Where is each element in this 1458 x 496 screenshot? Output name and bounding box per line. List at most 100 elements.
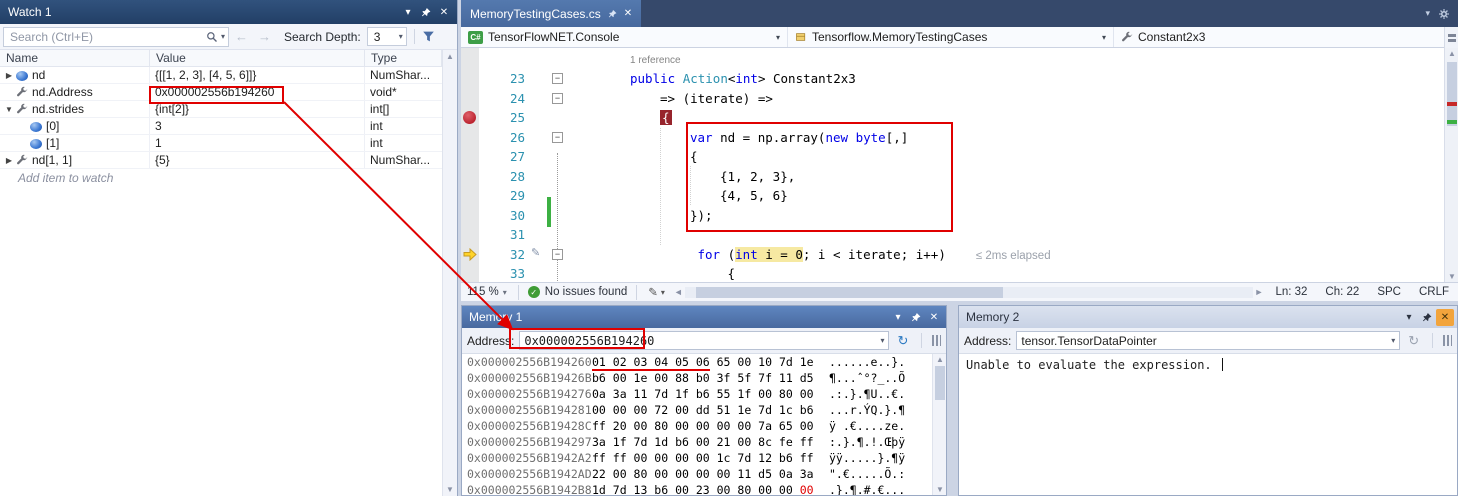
watch-item-value[interactable]: 3: [150, 118, 365, 134]
code-line-28[interactable]: 28{1, 2, 3},: [461, 167, 1444, 187]
code-line-25[interactable]: 25{: [461, 108, 1444, 128]
memory1-scrollbar[interactable]: ▲ ▼: [932, 354, 946, 495]
refresh-icon[interactable]: ↻: [894, 333, 911, 349]
code-line-27[interactable]: 27{: [461, 147, 1444, 167]
edit-mode-button[interactable]: ✎ ▾: [642, 285, 671, 299]
document-health-indicator[interactable]: ✓ No issues found: [524, 286, 631, 298]
memory-bytes[interactable]: b6 00 1e 00 88 b0 3f 5f 7f 11 d5: [592, 371, 829, 385]
scroll-up-icon[interactable]: ▲: [1448, 49, 1456, 58]
horizontal-scrollbar[interactable]: ◄ ►: [671, 283, 1267, 301]
code-area[interactable]: −−−− 1 reference 23public Action<int> Co…: [461, 48, 1444, 282]
filter-icon[interactable]: [422, 30, 435, 43]
watch-row[interactable]: ▶nd{[[1, 2, 3], [4, 5, 6]]}NumShar...: [0, 67, 442, 84]
close-icon[interactable]: ✕: [925, 309, 943, 326]
watch-name-cell[interactable]: [0]: [0, 118, 150, 134]
memory-bytes[interactable]: 00 00 00 72 00 dd 51 1e 7d 1c b6: [592, 403, 829, 417]
scroll-up-icon[interactable]: ▲: [446, 52, 454, 61]
pin-icon[interactable]: [1418, 309, 1436, 326]
code-line-32[interactable]: 32✎for (int i = 0; i < iterate; i++)≤ 2m…: [461, 245, 1444, 265]
search-prev-icon[interactable]: ←: [231, 29, 252, 44]
code-line-23[interactable]: 23public Action<int> Constant2x3: [461, 69, 1444, 89]
memory-row[interactable]: 0x000002556B19426001 02 03 04 05 06 65 0…: [462, 354, 932, 370]
close-icon[interactable]: ✕: [435, 4, 453, 21]
pin-icon[interactable]: [417, 4, 435, 21]
close-icon[interactable]: ✕: [1436, 309, 1454, 326]
watch-item-value[interactable]: 0x000002556b194260: [150, 84, 365, 100]
scroll-right-icon[interactable]: ►: [1255, 287, 1264, 297]
search-input[interactable]: Search (Ctrl+E) ▾: [3, 27, 229, 47]
scrollbar-track[interactable]: [685, 287, 1253, 298]
memory1-hex-dump[interactable]: 0x000002556B19426001 02 03 04 05 06 65 0…: [462, 354, 932, 495]
memory-row[interactable]: 0x000002556B1942760a 3a 11 7d 1f b6 55 1…: [462, 386, 932, 402]
memory-row[interactable]: 0x000002556B1942973a 1f 7d 1d b6 00 21 0…: [462, 434, 932, 450]
expander-expanded-icon[interactable]: ▼: [3, 105, 15, 114]
chevron-down-icon[interactable]: ▾: [1391, 336, 1395, 345]
code-line-29[interactable]: 29{4, 5, 6}: [461, 186, 1444, 206]
code-line-24[interactable]: 24=> (iterate) =>: [461, 89, 1444, 109]
watch-item-value[interactable]: {int[2]}: [150, 101, 365, 117]
scrollbar-thumb[interactable]: [696, 287, 1003, 298]
watch-name-cell[interactable]: ▶nd[1, 1]: [0, 152, 150, 168]
tab-list-chevron-icon[interactable]: ▾: [1425, 8, 1430, 19]
zoom-control[interactable]: 115 % ▾: [461, 286, 513, 298]
pin-icon[interactable]: [907, 309, 925, 326]
search-depth-combo[interactable]: 3 ▾: [367, 27, 407, 46]
memory-row[interactable]: 0x000002556B1942AD22 00 80 00 00 00 00 1…: [462, 466, 932, 482]
window-menu-icon[interactable]: ▾: [1400, 309, 1418, 326]
scrollbar-thumb[interactable]: [935, 366, 945, 400]
column-header-name[interactable]: Name: [0, 50, 150, 66]
watch-row[interactable]: nd.Address0x000002556b194260void*: [0, 84, 442, 101]
memory-bytes[interactable]: 1d 7d 13 b6 00 23 00 80 00 00 00: [592, 483, 829, 495]
memory-row[interactable]: 0x000002556B19428100 00 00 72 00 dd 51 1…: [462, 402, 932, 418]
memory-row[interactable]: 0x000002556B19426Bb6 00 1e 00 88 b0 3f 5…: [462, 370, 932, 386]
codelens-references[interactable]: 1 reference: [630, 55, 681, 66]
type-dropdown[interactable]: Tensorflow.MemoryTestingCases ▾: [788, 27, 1114, 47]
memory-bytes[interactable]: 3a 1f 7d 1d b6 00 21 00 8c fe ff: [592, 435, 829, 449]
column-header-value[interactable]: Value: [150, 50, 365, 66]
scroll-up-icon[interactable]: ▲: [936, 355, 944, 364]
expander-collapsed-icon[interactable]: ▶: [3, 156, 15, 165]
scroll-down-icon[interactable]: ▼: [446, 485, 454, 494]
watch-row[interactable]: [1]1int: [0, 135, 442, 152]
watch-name-cell[interactable]: ▼nd.strides: [0, 101, 150, 117]
refresh-icon[interactable]: ↻: [1405, 333, 1422, 349]
expander-collapsed-icon[interactable]: ▶: [3, 71, 15, 80]
member-dropdown[interactable]: Constant2x3 ▾: [1114, 27, 1458, 47]
search-options-chevron-icon[interactable]: ▾: [221, 32, 225, 41]
memory-bytes[interactable]: ff 20 00 80 00 00 00 00 7a 65 00: [592, 419, 829, 433]
code-line-31[interactable]: 31: [461, 225, 1444, 245]
memory2-content[interactable]: Unable to evaluate the expression.: [959, 354, 1457, 495]
memory2-address-input[interactable]: tensor.TensorDataPointer ▾: [1016, 331, 1400, 350]
memory-bytes[interactable]: 22 00 80 00 00 00 00 11 d5 0a 3a: [592, 467, 829, 481]
editor-vertical-scrollbar[interactable]: ▲ ▼: [1444, 48, 1458, 282]
watch-item-value[interactable]: {5}: [150, 152, 365, 168]
search-icon[interactable]: [206, 31, 218, 43]
search-next-icon[interactable]: →: [254, 29, 275, 44]
watch-row[interactable]: [0]3int: [0, 118, 442, 135]
tab-close-icon[interactable]: ✕: [624, 8, 632, 19]
memory-row[interactable]: 0x000002556B19428Cff 20 00 80 00 00 00 0…: [462, 418, 932, 434]
code-line-26[interactable]: 26var nd = np.array(new byte[,]: [461, 128, 1444, 148]
memory-row[interactable]: 0x000002556B1942A2ff ff 00 00 00 00 1c 7…: [462, 450, 932, 466]
gear-icon[interactable]: [1438, 8, 1450, 20]
code-line-30[interactable]: 30});: [461, 206, 1444, 226]
memory-bytes[interactable]: ff ff 00 00 00 00 1c 7d 12 b6 ff: [592, 451, 829, 465]
memory-bytes[interactable]: 0a 3a 11 7d 1f b6 55 1f 00 80 00: [592, 387, 829, 401]
column-header-type[interactable]: Type: [365, 50, 442, 66]
tab-pin-icon[interactable]: [608, 9, 617, 19]
memory-row[interactable]: 0x000002556B1942B81d 7d 13 b6 00 23 00 8…: [462, 482, 932, 495]
columns-icon[interactable]: [932, 335, 941, 346]
watch-item-value[interactable]: {[[1, 2, 3], [4, 5, 6]]}: [150, 67, 365, 83]
project-dropdown[interactable]: C# TensorFlowNET.Console ▾: [461, 27, 788, 47]
memory-bytes[interactable]: 01 02 03 04 05 06 65 00 10 7d 1e: [592, 355, 829, 369]
watch-item-value[interactable]: 1: [150, 135, 365, 151]
window-menu-icon[interactable]: ▾: [399, 4, 417, 21]
memory1-address-input[interactable]: 0x000002556B194260 ▾: [519, 331, 889, 350]
scroll-down-icon[interactable]: ▼: [936, 485, 944, 494]
watch-name-cell[interactable]: [1]: [0, 135, 150, 151]
add-watch-item-row[interactable]: Add item to watch: [0, 169, 442, 186]
watch-name-cell[interactable]: ▶nd: [0, 67, 150, 83]
split-editor-handle[interactable]: [1444, 27, 1458, 48]
watch-name-cell[interactable]: nd.Address: [0, 84, 150, 100]
scroll-left-icon[interactable]: ◄: [674, 287, 683, 297]
